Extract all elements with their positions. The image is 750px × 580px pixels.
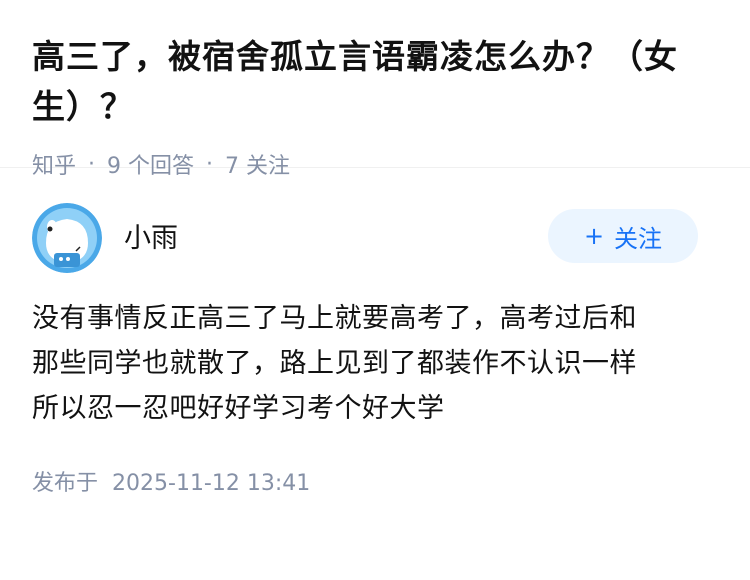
publish-time: 发布于 2025-11-12 13:41 xyxy=(32,465,718,497)
publish-prefix: 发布于 xyxy=(32,471,99,496)
avatar-icon xyxy=(32,203,102,273)
answer-line: 那些同学也就散了，路上见到了都装作不认识一样 xyxy=(32,348,637,379)
question-header: 高三了，被宿舍孤立言语霸凌怎么办？（女生）？ 知乎 · 9 个回答 · 7 关注 xyxy=(0,0,750,179)
question-title[interactable]: 高三了，被宿舍孤立言语霸凌怎么办？（女生）？ xyxy=(32,32,718,132)
answer-card: 小雨 + 关注 没有事情反正高三了马上就要高考了，高考过后和 那些同学也就散了，… xyxy=(0,168,750,497)
meta-separator: · xyxy=(88,151,96,177)
author-name[interactable]: 小雨 xyxy=(124,216,178,255)
plus-icon: + xyxy=(583,222,605,250)
meta-separator: · xyxy=(206,151,214,177)
author-row: 小雨 + 关注 xyxy=(32,202,718,274)
answer-line: 没有事情反正高三了马上就要高考了，高考过后和 xyxy=(32,303,637,334)
avatar[interactable] xyxy=(32,203,102,273)
follow-label: 关注 xyxy=(614,224,663,253)
follow-button[interactable]: + 关注 xyxy=(548,209,698,263)
publish-timestamp: 2025-11-12 13:41 xyxy=(112,471,311,496)
answer-content: 没有事情反正高三了马上就要高考了，高考过后和 那些同学也就散了，路上见到了都装作… xyxy=(32,296,718,431)
answer-line: 所以忍一忍吧好好学习考个好大学 xyxy=(32,393,445,424)
answer-count[interactable]: 9 个回答 xyxy=(107,148,194,180)
follower-count[interactable]: 7 关注 xyxy=(225,148,290,180)
source-label[interactable]: 知乎 xyxy=(32,148,76,180)
